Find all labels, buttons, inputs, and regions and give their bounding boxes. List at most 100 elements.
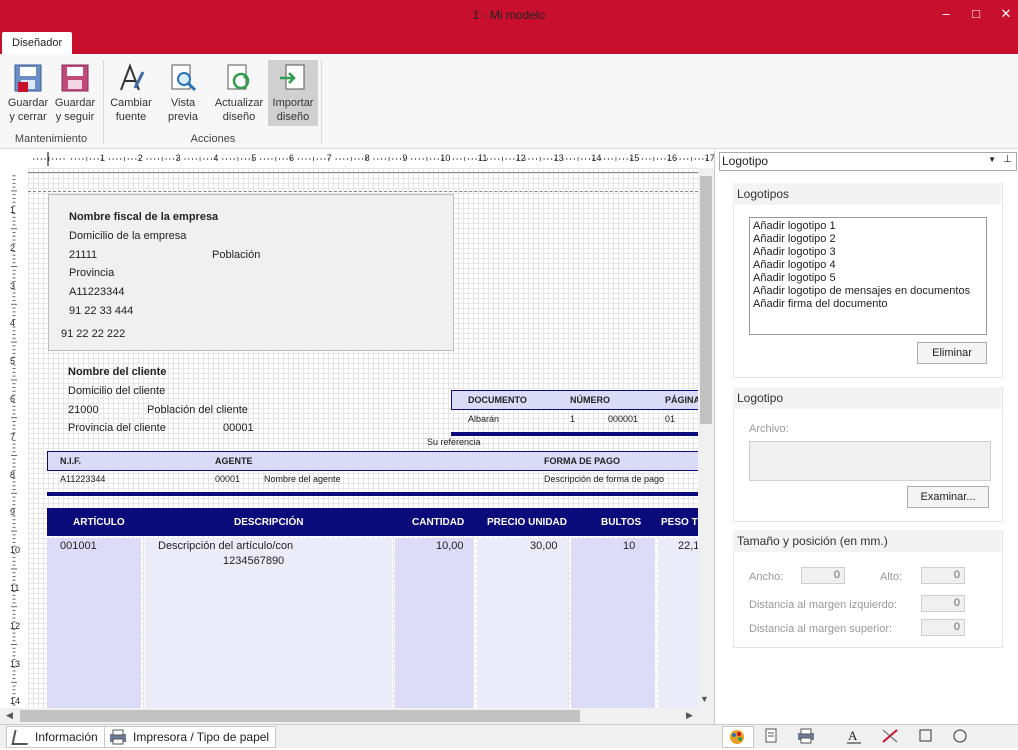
maximize-button[interactable]: □ <box>968 6 984 22</box>
client-code: 00001 <box>223 422 254 434</box>
save-close-label2: y cerrar <box>9 111 47 123</box>
import-design-button[interactable]: Importar diseño <box>268 60 318 126</box>
row-price: 30,00 <box>530 540 558 552</box>
reference-label: Su referencia <box>427 437 481 447</box>
group-separator <box>103 60 104 144</box>
element-selector[interactable]: Logotipo ▼ ⊥ <box>719 152 1017 171</box>
save-close-icon <box>14 64 42 92</box>
refresh-icon <box>227 64 250 90</box>
logo-section-title: Logotipo <box>733 387 1001 409</box>
horizontal-scroll-thumb[interactable] <box>20 710 580 722</box>
col-fill-cantidad <box>395 538 473 708</box>
col-fill-articulo <box>47 538 141 708</box>
size-section-title: Tamaño y posición (en mm.) <box>733 530 1001 552</box>
company-block[interactable]: Nombre fiscal de la empresa Domicilio de… <box>48 194 454 351</box>
group-separator <box>321 60 322 144</box>
ruler-left-label: 12 <box>10 620 21 631</box>
logo-list-item[interactable]: Añadir firma del documento <box>753 298 970 311</box>
save-continue-button[interactable]: Guardar y seguir <box>52 60 98 126</box>
col-precio: PRECIO UNIDAD <box>487 517 568 528</box>
tab-informacion-label: Información <box>35 730 98 744</box>
ruler-top-label: 5 <box>251 153 257 163</box>
company-phone1: 91 22 33 444 <box>69 305 134 317</box>
ruler-left-label: 2 <box>10 242 16 253</box>
ruler-left-label: 6 <box>10 394 16 404</box>
logo-list-item[interactable]: Añadir logotipo 5 <box>753 272 970 285</box>
rectangle-tool-icon[interactable] <box>917 728 935 744</box>
col-peso: PESO TO <box>661 517 698 528</box>
top-margin-field[interactable]: 0 <box>921 619 965 636</box>
panel-tab-logo[interactable] <box>722 726 754 748</box>
ruler-top-label: 7 <box>326 153 332 163</box>
ruler-left-label: 3 <box>10 280 16 291</box>
close-button[interactable]: ✕ <box>998 6 1014 22</box>
text-icon[interactable]: A <box>845 728 863 744</box>
printer-small-icon[interactable] <box>797 728 815 744</box>
height-label: Alto: <box>880 571 903 583</box>
client-address: Domicilio del cliente <box>68 385 166 397</box>
save-close-button[interactable]: Guardar y cerrar <box>5 60 51 126</box>
height-field[interactable]: 0 <box>921 567 965 584</box>
logo-list-item[interactable]: Añadir logotipo 4 <box>753 259 970 272</box>
save-close-label1: Guardar <box>7 97 49 109</box>
font-icon <box>120 63 145 91</box>
doc-v2b: 000001 <box>608 414 639 424</box>
ruler-left-label: 5 <box>10 356 16 367</box>
ruler-left-label: 9 <box>10 507 16 518</box>
ruler-left-label: 1 <box>10 205 16 215</box>
logo-list-item[interactable]: Añadir logotipo 2 <box>753 233 970 246</box>
vertical-scroll-thumb[interactable] <box>700 176 712 424</box>
ruler-top <box>0 150 714 169</box>
remove-button[interactable]: Eliminar <box>917 342 987 364</box>
row-desc2: 1234567890 <box>223 555 285 567</box>
ruler-top-label: 2 <box>137 153 143 163</box>
ruler-top-ticks <box>33 152 708 166</box>
logo-list-item[interactable]: Añadir logotipo 3 <box>753 246 970 259</box>
row-packs: 10 <box>623 540 636 552</box>
row-weight: 22,1 <box>678 540 698 552</box>
scroll-down-arrow-icon[interactable]: ▼ <box>700 694 709 704</box>
info-header: N.I.F. AGENTE FORMA DE PAGO <box>47 451 698 471</box>
pin-icon[interactable]: ⊥ <box>1003 154 1012 165</box>
scroll-left-arrow-icon[interactable]: ◀ <box>6 710 13 721</box>
minimize-button[interactable]: ‒ <box>938 6 954 22</box>
chevron-down-icon[interactable]: ▼ <box>988 155 996 164</box>
preview-button[interactable]: Vista previa <box>160 60 206 126</box>
tab-impresora[interactable]: Impresora / Tipo de papel <box>104 726 277 748</box>
ruler-top-label: 13 <box>553 153 564 163</box>
info-icon <box>11 730 31 745</box>
col-cantidad: CANTIDAD <box>412 517 465 528</box>
document-icon[interactable] <box>762 728 780 744</box>
left-margin-field[interactable]: 0 <box>921 595 965 612</box>
info-rule <box>47 492 698 496</box>
info-v2b: Nombre del agente <box>264 474 341 484</box>
company-address: Domicilio de la empresa <box>69 230 187 242</box>
preview-icon <box>171 64 197 92</box>
company-province: Provincia <box>69 267 115 279</box>
change-font-button[interactable]: Cambiar fuente <box>108 60 154 126</box>
info-h3: FORMA DE PAGO <box>544 456 620 466</box>
ruler-top-label: 8 <box>364 153 370 163</box>
scroll-right-arrow-icon[interactable]: ▶ <box>686 710 693 721</box>
ruler-top-label: 12 <box>515 153 526 163</box>
save-continue-label2: y seguir <box>55 111 95 123</box>
ellipse-tool-icon[interactable] <box>951 728 969 744</box>
ruler-top-label: 11 <box>478 153 488 163</box>
palette-icon <box>730 730 744 744</box>
update-design-button[interactable]: Actualizar diseño <box>214 60 264 126</box>
company-name: Nombre fiscal de la empresa <box>69 211 219 223</box>
change-font-label1: Cambiar <box>110 97 152 109</box>
info-v3: Descripción de forma de pago <box>544 474 665 484</box>
tab-disenador[interactable]: Diseñador <box>2 32 73 54</box>
browse-button[interactable]: Examinar... <box>907 486 989 508</box>
import-design-label1: Importar <box>272 97 314 109</box>
design-canvas[interactable]: Nombre fiscal de la empresa Domicilio de… <box>28 168 698 708</box>
logo-list-item[interactable]: Añadir logotipo de mensajes en documento… <box>753 285 970 298</box>
logo-list-item[interactable]: Añadir logotipo 1 <box>753 220 970 233</box>
width-field[interactable]: 0 <box>801 567 845 584</box>
info-h1: N.I.F. <box>60 456 82 466</box>
tab-informacion[interactable]: Información <box>6 726 105 748</box>
line-tool-icon[interactable] <box>881 728 899 744</box>
logos-list[interactable]: Añadir logotipo 1 Añadir logotipo 2 Añadir… <box>749 217 987 335</box>
document-header: DOCUMENTO NÚMERO PÁGINA <box>451 390 698 410</box>
